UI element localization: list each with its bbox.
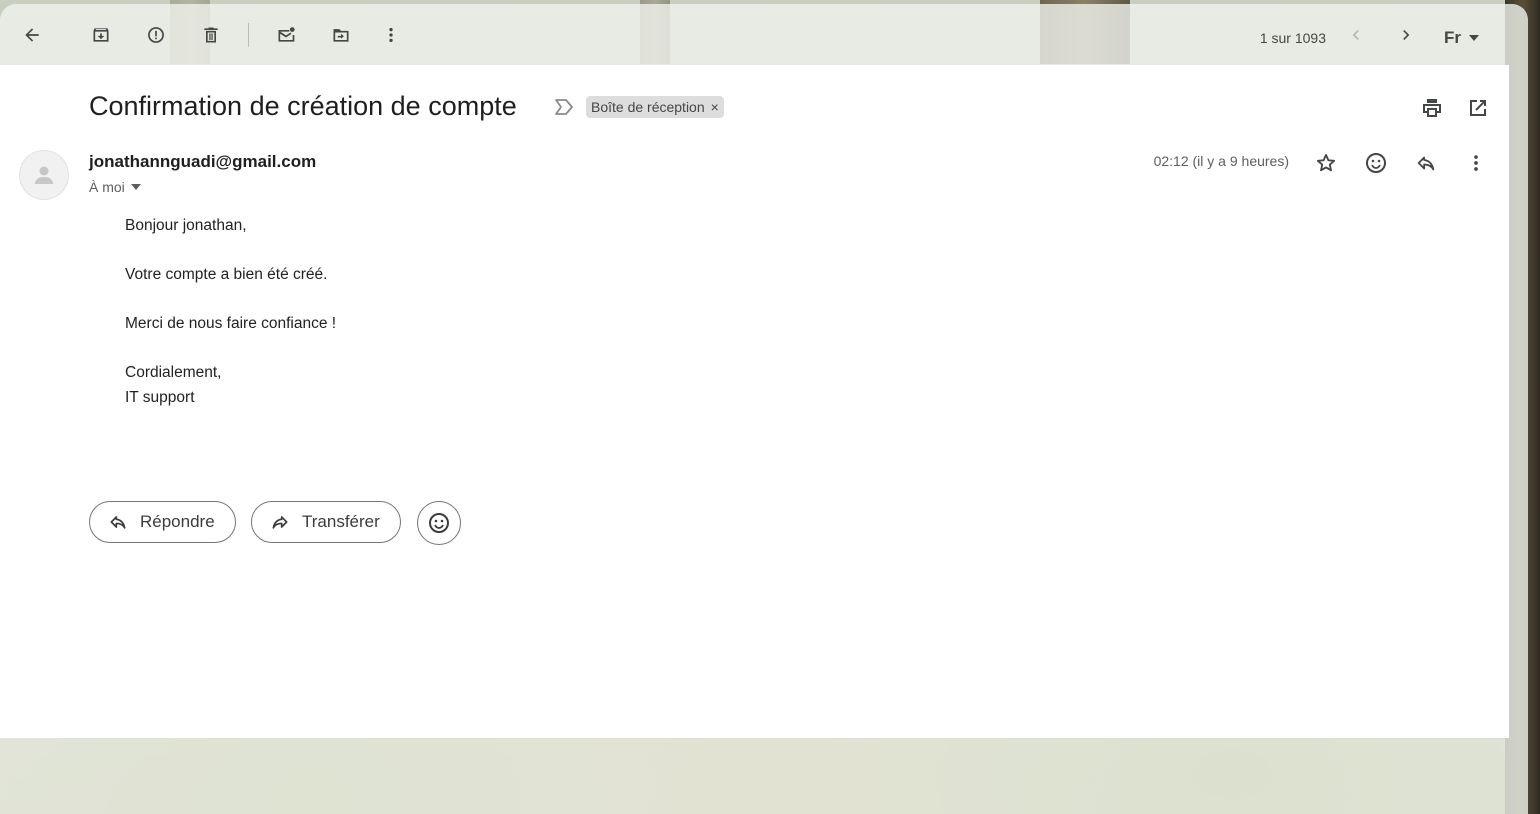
remove-label-button[interactable]: × [711, 99, 719, 115]
body-signature: IT support [125, 389, 195, 406]
label-chip-inbox: Boîte de réception × [586, 96, 724, 118]
older-button[interactable] [1340, 19, 1372, 51]
delete-button[interactable] [195, 19, 227, 51]
body-line-1: Votre compte a bien été créé. [125, 266, 328, 283]
label-chip-text: Boîte de réception [591, 99, 705, 115]
more-vertical-icon [1474, 155, 1478, 171]
emoji-reaction-button[interactable] [417, 501, 461, 545]
more-actions-button[interactable] [375, 19, 407, 51]
email-subject: Confirmation de création de compte [89, 91, 517, 121]
open-new-window-icon[interactable] [1466, 96, 1490, 120]
reply-button[interactable]: Répondre [89, 501, 236, 543]
recipient-details-toggle[interactable]: À moi [89, 179, 141, 195]
recipient-label: À moi [89, 179, 125, 195]
body-line-2: Merci de nous faire confiance ! [125, 315, 337, 332]
input-language-selector[interactable]: Fr [1444, 28, 1479, 48]
archive-button[interactable] [85, 19, 117, 51]
message-toolbar: 1 sur 1093 Fr [0, 4, 1528, 65]
report-spam-icon [148, 27, 164, 43]
smiley-icon [1366, 153, 1386, 173]
report-spam-button[interactable] [140, 19, 172, 51]
back-button[interactable] [16, 19, 48, 51]
print-icon[interactable] [1420, 96, 1444, 120]
body-closing: Cordialement, [125, 364, 222, 381]
body-greeting: Bonjour jonathan, [125, 217, 247, 234]
person-icon [35, 166, 53, 184]
caret-down-icon [1469, 35, 1479, 41]
trash-icon [204, 27, 218, 43]
reply-icon-button[interactable] [1413, 150, 1439, 176]
star-button[interactable] [1313, 150, 1339, 176]
caret-down-icon [130, 184, 141, 190]
reply-icon [110, 516, 126, 529]
archive-icon [93, 28, 109, 42]
forward-icon [272, 516, 288, 529]
star-icon [1316, 154, 1336, 172]
language-label: Fr [1444, 28, 1461, 47]
message-panel: Confirmation de création de compte Boîte… [0, 65, 1509, 738]
smiley-icon [429, 513, 449, 533]
move-to-button[interactable] [325, 19, 357, 51]
mark-unread-icon [278, 27, 295, 42]
pager-count: 1 sur 1093 [1259, 30, 1326, 46]
chevron-right-icon [1403, 30, 1410, 40]
reply-icon [1417, 156, 1435, 171]
importance-marker-icon[interactable] [554, 98, 574, 116]
more-vertical-icon [389, 27, 393, 43]
newer-button[interactable] [1390, 19, 1422, 51]
message-more-button[interactable] [1463, 150, 1489, 176]
add-reaction-button[interactable] [1363, 150, 1389, 176]
forward-button[interactable]: Transférer [251, 501, 401, 543]
sender-email[interactable]: jonathannguadi@gmail.com [89, 152, 316, 172]
avatar[interactable] [19, 150, 69, 200]
forward-label: Transférer [302, 512, 380, 531]
arrow-left-icon [25, 28, 39, 42]
message-timestamp: 02:12 (il y a 9 heures) [1153, 153, 1289, 169]
toolbar-divider [248, 23, 249, 47]
move-to-icon [333, 29, 349, 42]
mark-unread-button[interactable] [270, 19, 302, 51]
message-body: Bonjour jonathan, Votre compte a bien ét… [125, 213, 336, 410]
reply-label: Répondre [140, 512, 215, 531]
chevron-left-icon [1352, 30, 1359, 40]
